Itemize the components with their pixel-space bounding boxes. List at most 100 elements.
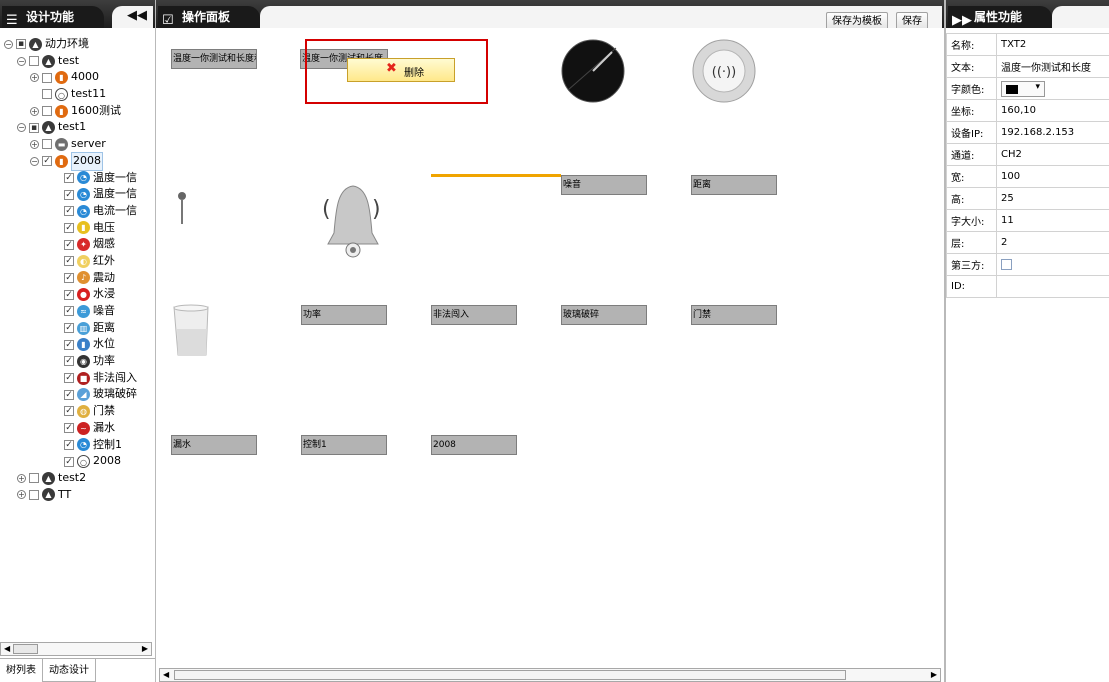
design-canvas[interactable]: 温度一你测试和长度和 温度一你测试和长度 ✖ 删除 ((·)) ( ) 噪音 距… — [156, 28, 944, 668]
tree-node[interactable]: ✓ ◔ 温度一信 — [4, 170, 155, 187]
tree-node-checkbox[interactable]: ✓ — [64, 289, 74, 300]
tree-node-checkbox[interactable]: ✓ — [64, 272, 74, 283]
tree-node[interactable]: + ▮ 1600测试 — [4, 103, 155, 120]
tree-node[interactable]: − ▪ ▲ 动力环境 — [4, 36, 155, 53]
tree-node-checkbox[interactable]: ▪ — [29, 122, 39, 133]
tree-node[interactable]: ✓ ● 水浸 — [4, 286, 155, 303]
property-value[interactable]: 100 — [996, 165, 1109, 188]
tree-node-checkbox[interactable] — [42, 139, 52, 150]
widget-intrusion[interactable]: 非法闯入 — [431, 305, 517, 325]
tree-node-checkbox[interactable]: ✓ — [42, 156, 52, 167]
expand-node-icon[interactable]: + — [30, 73, 39, 83]
tree-node-checkbox[interactable]: ✓ — [64, 356, 74, 367]
collapse-node-icon[interactable]: − — [17, 56, 26, 66]
property-value[interactable] — [996, 275, 1109, 298]
tree-node-checkbox[interactable]: ✓ — [64, 456, 74, 467]
tree-node-checkbox[interactable]: ✓ — [64, 256, 74, 267]
tree-node[interactable]: ✓ ◔ 温度一信 — [4, 186, 155, 203]
expand-icon[interactable]: ▶▶ — [952, 10, 972, 32]
property-value[interactable]: CH2 — [996, 143, 1109, 166]
expand-node-icon[interactable]: + — [30, 139, 39, 149]
tree-node[interactable]: ✓ ▮ 电压 — [4, 220, 155, 237]
property-value[interactable] — [996, 253, 1109, 276]
tree-node[interactable]: + ▬ server — [4, 136, 155, 153]
widget-leak[interactable]: 漏水 — [171, 435, 257, 455]
tree-node-checkbox[interactable]: ✓ — [64, 389, 74, 400]
collapse-area[interactable]: ◀◀ — [112, 6, 153, 28]
tree-node-checkbox[interactable] — [29, 489, 39, 500]
third-party-checkbox[interactable] — [1001, 258, 1012, 270]
property-value[interactable]: 25 — [996, 187, 1109, 210]
tree-node[interactable]: ✓ ♪ 震动 — [4, 270, 155, 287]
property-value[interactable]: 192.168.2.153 — [996, 121, 1109, 144]
widget-control1[interactable]: 控制1 — [301, 435, 387, 455]
collapse-node-icon[interactable]: − — [17, 123, 26, 133]
tree-node[interactable]: ✓ ■ 非法闯入 — [4, 370, 155, 387]
tree-node-checkbox[interactable]: ✓ — [64, 306, 74, 317]
expand-node-icon[interactable]: + — [17, 473, 26, 483]
tree-node[interactable]: − ▲ test — [4, 53, 155, 70]
tree-node[interactable]: ✓ ◔ 控制1 — [4, 437, 155, 454]
tree-node-checkbox[interactable]: ✓ — [64, 172, 74, 183]
alarm-bell-icon[interactable]: ( ) — [318, 178, 388, 263]
beaker-icon[interactable] — [172, 303, 212, 359]
tree-node[interactable]: ✓ ◔ 电流一信 — [4, 203, 155, 220]
property-value[interactable]: 温度一你测试和长度 — [996, 55, 1109, 78]
widget-door-access[interactable]: 门禁 — [691, 305, 777, 325]
tree-node[interactable]: ✓ ◍ 门禁 — [4, 403, 155, 420]
tree-node-checkbox[interactable]: ✓ — [64, 439, 74, 450]
tree-node-checkbox[interactable]: ✓ — [64, 423, 74, 434]
tree-node[interactable]: + ▲ TT — [4, 487, 155, 504]
tree-node[interactable]: ✓ ◐ 红外 — [4, 253, 155, 270]
expand-node-icon[interactable]: + — [30, 106, 39, 116]
tree-node[interactable]: ✓ ○ 2008 — [4, 453, 155, 470]
tab-tree-list[interactable]: 树列表 — [0, 659, 42, 682]
property-value[interactable]: TXT2 — [996, 33, 1109, 56]
tree-node-checkbox[interactable]: ✓ — [64, 189, 74, 200]
tree-node[interactable]: + ▮ 4000 — [4, 69, 155, 86]
tree-node[interactable]: ✓ ▮ 水位 — [4, 336, 155, 353]
widget-temperature-1[interactable]: 温度一你测试和长度和 — [171, 49, 257, 69]
tab-dynamic-design[interactable]: 动态设计 — [42, 659, 96, 682]
font-color-dropdown[interactable]: ▾ — [1001, 80, 1045, 97]
property-value[interactable]: 160,10 — [996, 99, 1109, 122]
smoke-detector-icon[interactable]: ((·)) — [691, 38, 757, 104]
tree-node[interactable]: ✓ ✦ 烟感 — [4, 236, 155, 253]
collapse-node-icon[interactable]: − — [30, 156, 39, 166]
widget-glass-break[interactable]: 玻璃破碎 — [561, 305, 647, 325]
tree-node[interactable]: ✓ ~ 漏水 — [4, 420, 155, 437]
line-widget[interactable] — [431, 174, 561, 177]
tree-node[interactable]: ✓ ◢ 玻璃破碎 — [4, 386, 155, 403]
pin-icon[interactable] — [176, 190, 188, 226]
tree-node-checkbox[interactable]: ✓ — [64, 406, 74, 417]
tree-node-checkbox[interactable] — [29, 56, 39, 67]
tree-node-checkbox[interactable]: ✓ — [64, 239, 74, 250]
widget-distance[interactable]: 距离 — [691, 175, 777, 195]
collapse-left-icon[interactable]: ◀◀ — [127, 8, 147, 23]
tree-node-checkbox[interactable] — [42, 106, 52, 117]
property-value[interactable]: 2 — [996, 231, 1109, 254]
tree-node-checkbox[interactable] — [42, 72, 52, 83]
delete-icon[interactable]: ✖ — [386, 61, 397, 76]
tree-node-checkbox[interactable]: ✓ — [64, 373, 74, 384]
tree-node-checkbox[interactable] — [42, 89, 52, 100]
tree-node-checkbox[interactable]: ▪ — [16, 39, 26, 50]
tree-node-checkbox[interactable]: ✓ — [64, 339, 74, 350]
tree-node-checkbox[interactable]: ✓ — [64, 222, 74, 233]
collapse-node-icon[interactable]: − — [4, 39, 13, 49]
canvas-horizontal-scrollbar[interactable]: ◀ ▶ — [159, 668, 941, 682]
tree-node-checkbox[interactable]: ✓ — [64, 206, 74, 217]
tree-node[interactable]: ✓ ≈ 噪音 — [4, 303, 155, 320]
expand-node-icon[interactable]: + — [17, 490, 26, 500]
tree-node[interactable]: ○ test11 — [4, 86, 155, 103]
tree-node-checkbox[interactable] — [29, 473, 39, 484]
widget-power[interactable]: 功率 — [301, 305, 387, 325]
widget-noise[interactable]: 噪音 — [561, 175, 647, 195]
tree-node[interactable]: ✓ ▥ 距离 — [4, 320, 155, 337]
tree-node-checkbox[interactable]: ✓ — [64, 323, 74, 334]
tree-node[interactable]: − ✓ ▮ 2008 — [4, 151, 155, 171]
property-value[interactable]: 11 — [996, 209, 1109, 232]
tree-node[interactable]: − ▪ ▲ test1 — [4, 119, 155, 136]
tree-node[interactable]: ✓ ◉ 功率 — [4, 353, 155, 370]
clock-gauge-icon[interactable] — [560, 38, 626, 104]
